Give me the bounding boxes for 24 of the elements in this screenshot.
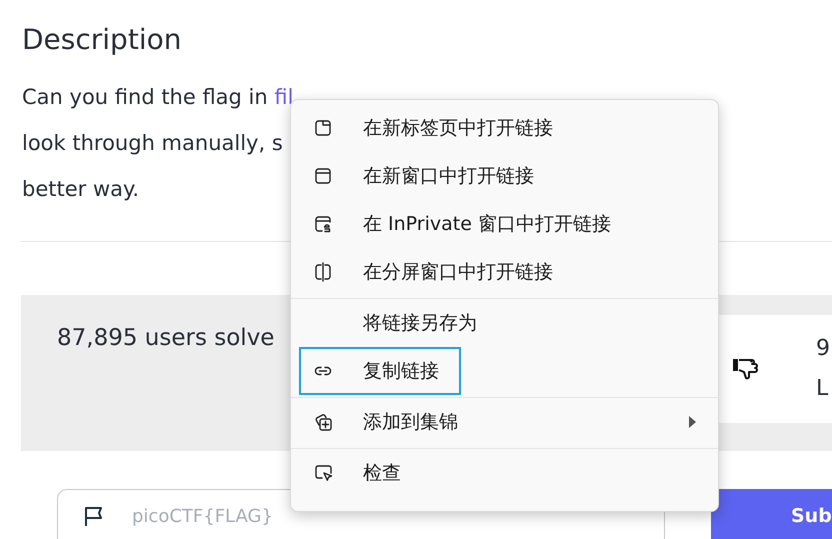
menu-item[interactable]: 在新标签页中打开链接 [299,104,710,152]
split-window-icon [313,262,333,282]
description-text: Can you find the flag in fil [22,84,294,111]
tab-icon [313,118,333,138]
menu-item[interactable]: 添加到集锦 [299,398,710,446]
menu-item[interactable]: 复制链接 [299,347,461,395]
solved-count: 87,895 users solve [56,324,274,351]
inspect-icon [313,463,333,483]
private-window-icon [313,214,333,234]
description-text: better way. [22,176,140,203]
rating-text: 9 [816,335,830,363]
submit-button[interactable]: Sub [711,489,832,539]
flag-icon [83,505,105,527]
submenu-arrow-icon [688,416,696,428]
section-heading: Description [21,22,182,58]
description-text: look through manually, s [22,130,283,157]
file-link[interactable]: fil [274,85,294,109]
collections-add-icon [313,412,333,432]
menu-item[interactable]: 在新窗口中打开链接 [299,152,710,200]
window-icon [313,166,333,186]
rating-text: L [816,375,830,403]
menu-item[interactable]: 在 InPrivate 窗口中打开链接 [299,200,710,248]
menu-item[interactable]: 将链接另存为 [299,299,710,347]
menu-item[interactable]: 在分屏窗口中打开链接 [299,248,710,296]
